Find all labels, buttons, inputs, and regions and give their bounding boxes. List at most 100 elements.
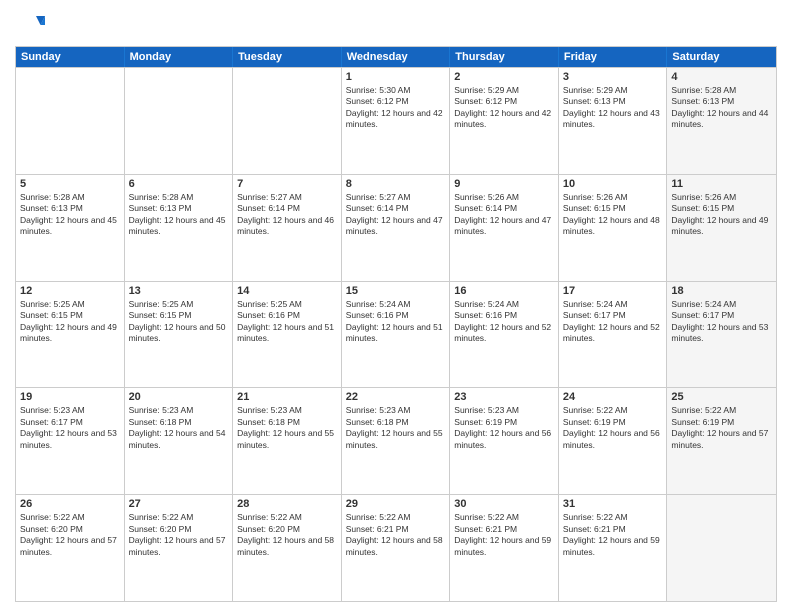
- calendar-cell: 21 Sunrise: 5:23 AMSunset: 6:18 PMDayligh…: [233, 388, 342, 494]
- day-info: Sunrise: 5:24 AMSunset: 6:17 PMDaylight:…: [563, 299, 663, 345]
- calendar-cell: 1 Sunrise: 5:30 AMSunset: 6:12 PMDaylight…: [342, 68, 451, 174]
- page: SundayMondayTuesdayWednesdayThursdayFrid…: [0, 0, 792, 612]
- day-info: Sunrise: 5:25 AMSunset: 6:16 PMDaylight:…: [237, 299, 337, 345]
- day-info: Sunrise: 5:29 AMSunset: 6:12 PMDaylight:…: [454, 85, 554, 131]
- day-number: 22: [346, 391, 446, 403]
- day-number: 8: [346, 178, 446, 190]
- calendar-cell: 2 Sunrise: 5:29 AMSunset: 6:12 PMDaylight…: [450, 68, 559, 174]
- day-number: 14: [237, 285, 337, 297]
- calendar-header-cell: Monday: [125, 47, 234, 67]
- calendar-cell: [667, 495, 776, 601]
- day-info: Sunrise: 5:22 AMSunset: 6:19 PMDaylight:…: [563, 405, 663, 451]
- day-info: Sunrise: 5:30 AMSunset: 6:12 PMDaylight:…: [346, 85, 446, 131]
- day-info: Sunrise: 5:23 AMSunset: 6:18 PMDaylight:…: [129, 405, 229, 451]
- calendar-cell: [16, 68, 125, 174]
- day-number: 6: [129, 178, 229, 190]
- day-number: 25: [671, 391, 772, 403]
- calendar-cell: 28 Sunrise: 5:22 AMSunset: 6:20 PMDayligh…: [233, 495, 342, 601]
- day-info: Sunrise: 5:28 AMSunset: 6:13 PMDaylight:…: [20, 192, 120, 238]
- day-number: 18: [671, 285, 772, 297]
- logo-icon: [15, 10, 45, 40]
- day-number: 4: [671, 71, 772, 83]
- day-number: 24: [563, 391, 663, 403]
- calendar-week-row: 5 Sunrise: 5:28 AMSunset: 6:13 PMDaylight…: [16, 174, 776, 281]
- day-number: 19: [20, 391, 120, 403]
- day-number: 23: [454, 391, 554, 403]
- day-number: 11: [671, 178, 772, 190]
- day-info: Sunrise: 5:22 AMSunset: 6:20 PMDaylight:…: [129, 512, 229, 558]
- calendar-cell: 22 Sunrise: 5:23 AMSunset: 6:18 PMDayligh…: [342, 388, 451, 494]
- calendar-cell: 13 Sunrise: 5:25 AMSunset: 6:15 PMDayligh…: [125, 282, 234, 388]
- day-info: Sunrise: 5:29 AMSunset: 6:13 PMDaylight:…: [563, 85, 663, 131]
- calendar-cell: 14 Sunrise: 5:25 AMSunset: 6:16 PMDayligh…: [233, 282, 342, 388]
- day-info: Sunrise: 5:25 AMSunset: 6:15 PMDaylight:…: [129, 299, 229, 345]
- calendar-cell: 24 Sunrise: 5:22 AMSunset: 6:19 PMDayligh…: [559, 388, 668, 494]
- calendar-cell: 17Sunrise: 5:24 AMSunset: 6:17 PMDayligh…: [559, 282, 668, 388]
- calendar-cell: 23 Sunrise: 5:23 AMSunset: 6:19 PMDayligh…: [450, 388, 559, 494]
- calendar-cell: 29 Sunrise: 5:22 AMSunset: 6:21 PMDayligh…: [342, 495, 451, 601]
- day-info: Sunrise: 5:22 AMSunset: 6:20 PMDaylight:…: [237, 512, 337, 558]
- day-info: Sunrise: 5:22 AMSunset: 6:21 PMDaylight:…: [346, 512, 446, 558]
- day-info: Sunrise: 5:23 AMSunset: 6:18 PMDaylight:…: [346, 405, 446, 451]
- calendar-cell: 3 Sunrise: 5:29 AMSunset: 6:13 PMDaylight…: [559, 68, 668, 174]
- day-info: Sunrise: 5:25 AMSunset: 6:15 PMDaylight:…: [20, 299, 120, 345]
- calendar-cell: [233, 68, 342, 174]
- day-info: Sunrise: 5:23 AMSunset: 6:18 PMDaylight:…: [237, 405, 337, 451]
- day-number: 16: [454, 285, 554, 297]
- day-number: 3: [563, 71, 663, 83]
- day-number: 2: [454, 71, 554, 83]
- day-info: Sunrise: 5:24 AMSunset: 6:16 PMDaylight:…: [454, 299, 554, 345]
- day-info: Sunrise: 5:27 AMSunset: 6:14 PMDaylight:…: [237, 192, 337, 238]
- day-number: 7: [237, 178, 337, 190]
- calendar-header-cell: Friday: [559, 47, 668, 67]
- calendar-cell: 30 Sunrise: 5:22 AMSunset: 6:21 PMDayligh…: [450, 495, 559, 601]
- day-number: 12: [20, 285, 120, 297]
- header: [15, 10, 777, 40]
- day-number: 13: [129, 285, 229, 297]
- calendar-cell: 31 Sunrise: 5:22 AMSunset: 6:21 PMDayligh…: [559, 495, 668, 601]
- day-info: Sunrise: 5:22 AMSunset: 6:20 PMDaylight:…: [20, 512, 120, 558]
- day-info: Sunrise: 5:27 AMSunset: 6:14 PMDaylight:…: [346, 192, 446, 238]
- day-info: Sunrise: 5:24 AMSunset: 6:16 PMDaylight:…: [346, 299, 446, 345]
- day-number: 30: [454, 498, 554, 510]
- calendar-cell: 26 Sunrise: 5:22 AMSunset: 6:20 PMDayligh…: [16, 495, 125, 601]
- day-info: Sunrise: 5:28 AMSunset: 6:13 PMDaylight:…: [671, 85, 772, 131]
- calendar-cell: 8 Sunrise: 5:27 AMSunset: 6:14 PMDaylight…: [342, 175, 451, 281]
- day-info: Sunrise: 5:22 AMSunset: 6:21 PMDaylight:…: [563, 512, 663, 558]
- day-info: Sunrise: 5:26 AMSunset: 6:15 PMDaylight:…: [563, 192, 663, 238]
- day-number: 26: [20, 498, 120, 510]
- calendar-cell: 20 Sunrise: 5:23 AMSunset: 6:18 PMDayligh…: [125, 388, 234, 494]
- calendar-week-row: 12 Sunrise: 5:25 AMSunset: 6:15 PMDayligh…: [16, 281, 776, 388]
- calendar-week-row: 1 Sunrise: 5:30 AMSunset: 6:12 PMDaylight…: [16, 67, 776, 174]
- day-info: Sunrise: 5:26 AMSunset: 6:14 PMDaylight:…: [454, 192, 554, 238]
- day-number: 1: [346, 71, 446, 83]
- calendar-header-cell: Saturday: [667, 47, 776, 67]
- day-number: 15: [346, 285, 446, 297]
- calendar-cell: 7 Sunrise: 5:27 AMSunset: 6:14 PMDaylight…: [233, 175, 342, 281]
- calendar-week-row: 26 Sunrise: 5:22 AMSunset: 6:20 PMDayligh…: [16, 494, 776, 601]
- calendar: SundayMondayTuesdayWednesdayThursdayFrid…: [15, 46, 777, 602]
- day-number: 31: [563, 498, 663, 510]
- calendar-cell: 4 Sunrise: 5:28 AMSunset: 6:13 PMDaylight…: [667, 68, 776, 174]
- day-info: Sunrise: 5:24 AMSunset: 6:17 PMDaylight:…: [671, 299, 772, 345]
- day-number: 29: [346, 498, 446, 510]
- calendar-header-row: SundayMondayTuesdayWednesdayThursdayFrid…: [16, 47, 776, 67]
- calendar-cell: 16 Sunrise: 5:24 AMSunset: 6:16 PMDayligh…: [450, 282, 559, 388]
- day-number: 5: [20, 178, 120, 190]
- day-info: Sunrise: 5:22 AMSunset: 6:21 PMDaylight:…: [454, 512, 554, 558]
- day-number: 9: [454, 178, 554, 190]
- calendar-cell: 11 Sunrise: 5:26 AMSunset: 6:15 PMDayligh…: [667, 175, 776, 281]
- calendar-cell: 15 Sunrise: 5:24 AMSunset: 6:16 PMDayligh…: [342, 282, 451, 388]
- calendar-cell: 6Sunrise: 5:28 AMSunset: 6:13 PMDaylight…: [125, 175, 234, 281]
- calendar-cell: 10 Sunrise: 5:26 AMSunset: 6:15 PMDayligh…: [559, 175, 668, 281]
- day-number: 21: [237, 391, 337, 403]
- day-number: 10: [563, 178, 663, 190]
- day-number: 20: [129, 391, 229, 403]
- day-info: Sunrise: 5:23 AMSunset: 6:17 PMDaylight:…: [20, 405, 120, 451]
- calendar-week-row: 19 Sunrise: 5:23 AMSunset: 6:17 PMDayligh…: [16, 387, 776, 494]
- calendar-cell: 9 Sunrise: 5:26 AMSunset: 6:14 PMDaylight…: [450, 175, 559, 281]
- calendar-header-cell: Wednesday: [342, 47, 451, 67]
- day-info: Sunrise: 5:23 AMSunset: 6:19 PMDaylight:…: [454, 405, 554, 451]
- day-info: Sunrise: 5:26 AMSunset: 6:15 PMDaylight:…: [671, 192, 772, 238]
- day-number: 28: [237, 498, 337, 510]
